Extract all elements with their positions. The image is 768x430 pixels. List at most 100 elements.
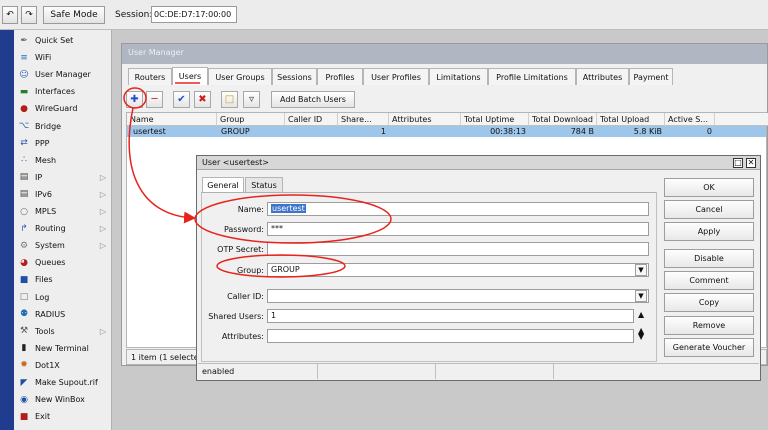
group-label: Group: xyxy=(236,266,264,275)
tab-limitations[interactable]: Limitations xyxy=(429,68,488,85)
sidebar-item-label: Make Supout.rif xyxy=(35,378,98,387)
tab-payment[interactable]: Payment xyxy=(629,68,673,85)
shared-users-collapse-icon[interactable]: ▲ xyxy=(638,310,644,319)
sidebar-item-mpls[interactable]: ○ MPLS ▷ xyxy=(14,203,112,220)
tab-profile-limitations[interactable]: Profile Limitations xyxy=(488,68,576,85)
caller-id-dropdown-icon[interactable]: ▼ xyxy=(635,290,647,302)
comment-button[interactable]: Comment xyxy=(664,271,754,290)
sidebar-item-files[interactable]: ■ Files xyxy=(14,271,112,288)
sidebar-item-quick-set[interactable]: ✒ Quick Set xyxy=(14,32,112,49)
shared-users-label: Shared Users: xyxy=(208,312,264,321)
sidebar-item-ipv6[interactable]: ▤ IPv6 ▷ xyxy=(14,186,112,203)
col-header-shared[interactable]: Share... xyxy=(338,113,389,126)
otp-secret-field[interactable] xyxy=(267,242,649,256)
sidebar-item-tools[interactable]: ⚒ Tools ▷ xyxy=(14,323,112,340)
name-field[interactable]: usertest xyxy=(267,202,649,216)
sidebar-item-radius[interactable]: ⚉ RADIUS xyxy=(14,306,112,323)
maximize-icon[interactable]: □ xyxy=(733,158,743,168)
apply-button[interactable]: Apply xyxy=(664,222,754,241)
tab-sessions[interactable]: Sessions xyxy=(272,68,317,85)
col-header-total-download[interactable]: Total Download xyxy=(529,113,597,126)
sidebar-item-label: New WinBox xyxy=(35,395,85,405)
attributes-updown-icon[interactable]: ▲ ▼ xyxy=(638,327,644,341)
session-label: Session: xyxy=(115,10,153,20)
sidebar-item-make-supout-rif[interactable]: ◤ Make Supout.rif xyxy=(14,374,112,391)
caller-id-field[interactable] xyxy=(267,289,649,303)
enable-icon[interactable]: ✔ xyxy=(173,91,190,108)
tab-user-groups[interactable]: User Groups xyxy=(208,68,272,85)
sidebar-item-interfaces[interactable]: ▬ Interfaces xyxy=(14,83,112,100)
sidebar-item-exit[interactable]: ■ Exit xyxy=(14,408,112,425)
sidebar-item-label: New Terminal xyxy=(35,343,89,353)
sidebar-item-routing[interactable]: ↱ Routing ▷ xyxy=(14,220,112,237)
sidebar-item-dot1x[interactable]: ✹ Dot1X xyxy=(14,357,112,374)
ppp-icon: ⇄ xyxy=(20,138,28,149)
sidebar-item-ip[interactable]: ▤ IP ▷ xyxy=(14,169,112,186)
col-header-total-upload[interactable]: Total Upload xyxy=(597,113,665,126)
chevron-right-icon: ▷ xyxy=(99,172,106,182)
sidebar-item-label: System xyxy=(35,241,65,251)
tab-user-profiles[interactable]: User Profiles xyxy=(363,68,429,85)
winbox-side-strip xyxy=(0,30,14,430)
terminal-icon: ▮ xyxy=(21,343,27,354)
col-header-group[interactable]: Group xyxy=(217,113,285,126)
sidebar-item-label: PPP xyxy=(35,138,50,148)
password-field[interactable]: *** xyxy=(267,222,649,236)
sidebar-item-wifi[interactable]: ≡ WiFi xyxy=(14,49,112,66)
group-select[interactable]: GROUP xyxy=(267,263,649,277)
sidebar-item-new-terminal[interactable]: ▮ New Terminal xyxy=(14,340,112,357)
col-header-attributes[interactable]: Attributes xyxy=(389,113,461,126)
disable-button[interactable]: Disable xyxy=(664,249,754,268)
cell-download: 784 B xyxy=(570,127,594,136)
col-header-caller-id[interactable]: Caller ID xyxy=(285,113,338,126)
col-header-total-uptime[interactable]: Total Uptime xyxy=(461,113,529,126)
add-batch-users-button[interactable]: Add Batch Users xyxy=(271,91,355,108)
chevron-right-icon: ▷ xyxy=(99,224,106,234)
tab-routers[interactable]: Routers xyxy=(128,68,172,85)
password-label: Password: xyxy=(223,225,264,234)
attributes-field[interactable] xyxy=(267,329,634,343)
redo-icon[interactable]: ↷ xyxy=(21,6,37,24)
group-dropdown-icon[interactable]: ▼ xyxy=(635,264,647,276)
tab-attributes[interactable]: Attributes xyxy=(576,68,629,85)
caller-id-label: Caller ID: xyxy=(227,292,264,301)
sidebar-item-bridge[interactable]: ⌥ Bridge xyxy=(14,118,112,135)
col-header-active-sessions[interactable]: Active S... xyxy=(665,113,715,126)
copy-button[interactable]: Copy xyxy=(664,293,754,312)
tab-users[interactable]: Users xyxy=(172,67,208,85)
sidebar-item-user-manager[interactable]: ☺ User Manager xyxy=(14,66,112,83)
chevron-right-icon: ▷ xyxy=(99,189,106,199)
remove-icon[interactable]: ─ xyxy=(146,91,163,108)
sidebar-item-new-winbox[interactable]: ◉ New WinBox xyxy=(14,391,112,408)
tab-profiles[interactable]: Profiles xyxy=(317,68,363,85)
sidebar-item-queues[interactable]: ◕ Queues xyxy=(14,254,112,271)
col-header-name[interactable]: Name xyxy=(127,113,217,126)
mpls-icon: ○ xyxy=(20,206,28,217)
supout-icon: ◤ xyxy=(20,377,28,388)
safe-mode-button[interactable]: Safe Mode xyxy=(43,6,105,24)
sidebar-item-system[interactable]: ⚙ System ▷ xyxy=(14,237,112,254)
sidebar-item-label: WireGuard xyxy=(35,104,78,114)
session-field[interactable]: 0C:DE:D7:17:00:00 xyxy=(151,6,237,23)
cancel-button[interactable]: Cancel xyxy=(664,200,754,219)
sidebar-item-log[interactable]: □ Log xyxy=(14,289,112,306)
undo-icon[interactable]: ↶ xyxy=(2,6,18,24)
dot1x-icon: ✹ xyxy=(20,360,28,371)
ok-button[interactable]: OK xyxy=(664,178,754,197)
sidebar-item-ppp[interactable]: ⇄ PPP xyxy=(14,135,112,152)
tab-status[interactable]: Status xyxy=(245,177,283,192)
remove-button[interactable]: Remove xyxy=(664,316,754,335)
disable-icon[interactable]: ✖ xyxy=(194,91,211,108)
add-icon[interactable]: ✚ xyxy=(126,91,143,108)
shared-users-field[interactable]: 1 xyxy=(267,309,634,323)
sidebar-item-mesh[interactable]: ∴ Mesh xyxy=(14,152,112,169)
cell-upload: 5.8 KiB xyxy=(633,127,662,136)
files-icon: ■ xyxy=(19,274,29,285)
tools-icon: ⚒ xyxy=(19,326,29,337)
tab-general[interactable]: General xyxy=(202,177,244,192)
close-icon[interactable]: ✕ xyxy=(746,158,756,168)
generate-voucher-button[interactable]: Generate Voucher xyxy=(664,338,754,357)
filter-icon[interactable]: ▿ xyxy=(243,91,260,108)
sidebar-item-wireguard[interactable]: ● WireGuard xyxy=(14,100,112,117)
comment-icon[interactable]: □ xyxy=(221,91,238,108)
